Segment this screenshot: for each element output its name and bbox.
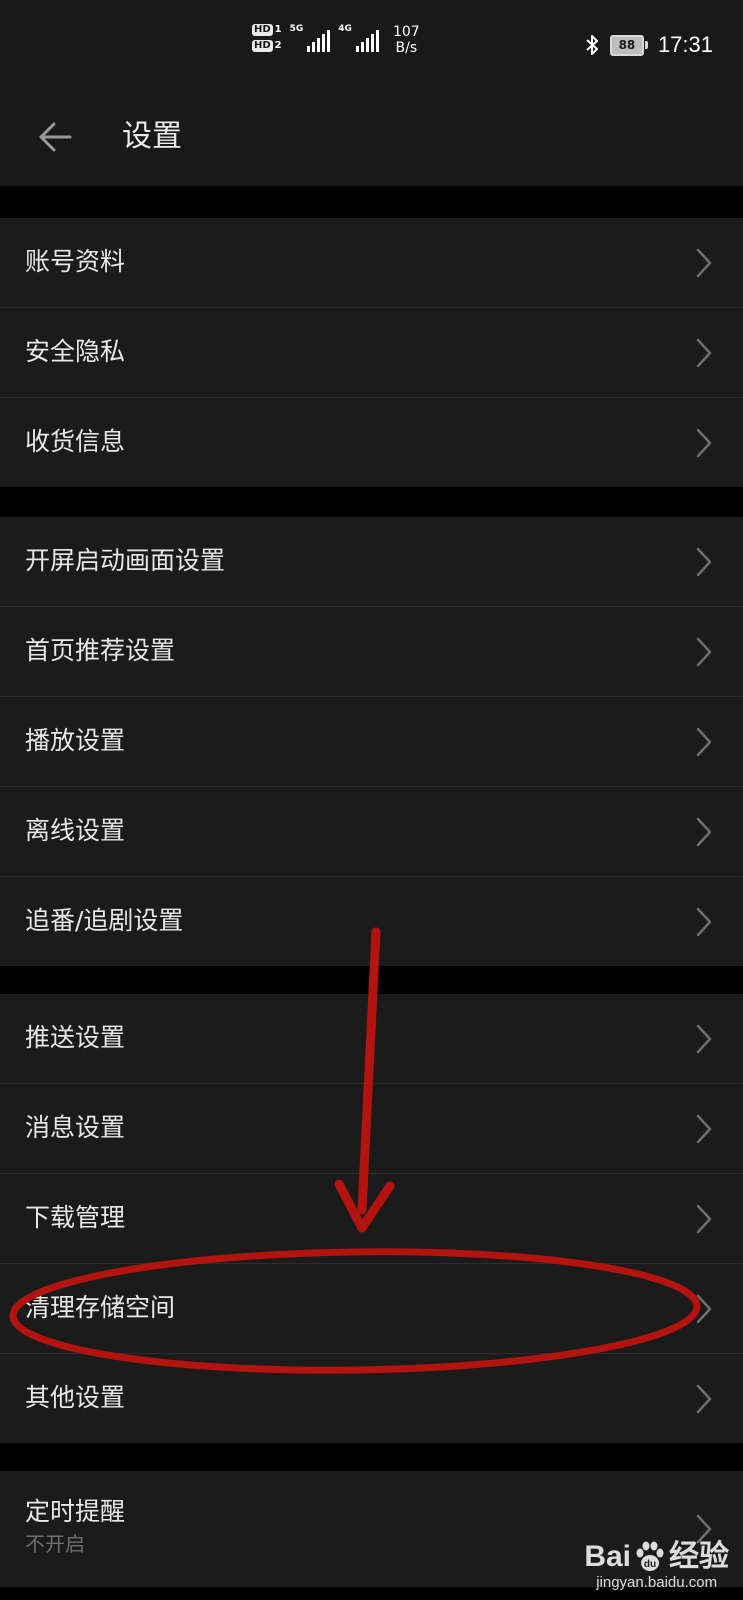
chevron-right-icon	[696, 1384, 712, 1414]
chevron-right-icon	[696, 1294, 712, 1324]
settings-item-label: 播放设置	[25, 726, 126, 755]
watermark-logo: Bai du 经验	[584, 1540, 729, 1574]
watermark-brand-right: 经验	[669, 1540, 729, 1573]
chevron-right-icon	[696, 1024, 712, 1054]
svg-text:du: du	[644, 1559, 656, 1570]
settings-item-security-privacy[interactable]: 安全隐私	[0, 308, 743, 398]
hd2-badge: HD 2	[252, 40, 282, 52]
settings-item-label: 安全隐私	[25, 337, 126, 366]
settings-item-label: 推送设置	[25, 1023, 126, 1052]
settings-item-label: 下载管理	[25, 1203, 126, 1232]
chevron-right-icon	[696, 428, 712, 458]
speed-value: 107	[392, 24, 420, 40]
arrow-left-icon	[39, 122, 72, 152]
hd1-label: HD	[252, 24, 273, 36]
settings-item-label: 首页推荐设置	[25, 636, 176, 665]
settings-item-label: 账号资料	[25, 247, 126, 276]
settings-item-shipping-info[interactable]: 收货信息	[0, 398, 743, 487]
settings-item-label: 收货信息	[25, 427, 126, 456]
status-right: 88 17:31	[584, 30, 713, 60]
speed-unit: B/s	[395, 40, 418, 56]
settings-item-clear-storage[interactable]: 清理存储空间	[0, 1264, 743, 1354]
app-header: 设置	[0, 90, 743, 186]
settings-item-label: 消息设置	[25, 1113, 126, 1142]
settings-item-offline[interactable]: 离线设置	[0, 787, 743, 877]
hd-indicators: HD 1 HD 2	[252, 24, 282, 52]
settings-item-other[interactable]: 其他设置	[0, 1354, 743, 1443]
battery-icon: 88	[609, 34, 648, 56]
settings-item-label: 清理存储空间	[25, 1293, 176, 1322]
clock: 17:31	[657, 32, 713, 57]
settings-group-account: 账号资料 安全隐私 收货信息	[0, 218, 743, 487]
back-button[interactable]	[30, 112, 80, 162]
settings-item-splash-screen[interactable]: 开屏启动画面设置	[0, 517, 743, 607]
settings-item-push[interactable]: 推送设置	[0, 994, 743, 1084]
chevron-right-icon	[696, 1204, 712, 1234]
battery-level: 88	[609, 34, 644, 56]
network-speed: 107 B/s	[393, 24, 420, 56]
watermark-brand-left: Bai	[584, 1540, 631, 1573]
settings-item-downloads[interactable]: 下载管理	[0, 1174, 743, 1264]
page-title: 设置	[122, 119, 182, 154]
baidu-paw-icon: du	[636, 1541, 664, 1571]
settings-group-playback: 开屏启动画面设置 首页推荐设置 播放设置 离线设置 追番/追剧设置	[0, 517, 743, 966]
chevron-right-icon	[696, 637, 712, 667]
signal-5g-icon: 5G	[290, 24, 331, 52]
network-indicators: HD 1 HD 2 5G 4G 107 B/s	[252, 24, 420, 64]
net2-label: 4G	[338, 24, 352, 34]
chevron-right-icon	[696, 1114, 712, 1144]
chevron-right-icon	[696, 248, 712, 278]
settings-group-notifications: 推送设置 消息设置 下载管理 清理存储空间 其他设置	[0, 994, 743, 1443]
hd1-badge: HD 1	[252, 24, 282, 36]
settings-item-playback[interactable]: 播放设置	[0, 697, 743, 787]
settings-item-home-recommend[interactable]: 首页推荐设置	[0, 607, 743, 697]
settings-item-label: 定时提醒	[25, 1497, 126, 1526]
settings-item-label: 追番/追剧设置	[25, 906, 184, 935]
settings-item-account-profile[interactable]: 账号资料	[0, 218, 743, 308]
hd2-label: HD	[252, 40, 273, 52]
chevron-right-icon	[696, 547, 712, 577]
settings-item-label: 开屏启动画面设置	[25, 546, 226, 575]
settings-item-follow-series[interactable]: 追番/追剧设置	[0, 877, 743, 966]
hd2-sub: 2	[274, 40, 282, 51]
chevron-right-icon	[696, 817, 712, 847]
signal-4g-icon: 4G	[338, 24, 379, 52]
hd1-sub: 1	[274, 24, 282, 35]
status-bar: HD 1 HD 2 5G 4G 107 B/s 88 17:31	[0, 0, 743, 90]
net1-label: 5G	[289, 24, 304, 34]
watermark-url: jingyan.baidu.com	[596, 1574, 718, 1591]
baidu-jingyan-watermark: Bai du 经验 jingyan.baidu.com	[584, 1540, 729, 1592]
bluetooth-icon	[586, 35, 598, 55]
settings-item-status: 不开启	[25, 1532, 85, 1556]
chevron-right-icon	[696, 727, 712, 757]
chevron-right-icon	[696, 338, 712, 368]
chevron-right-icon	[696, 907, 712, 937]
settings-item-label: 离线设置	[25, 816, 126, 845]
settings-item-messages[interactable]: 消息设置	[0, 1084, 743, 1174]
settings-item-label: 其他设置	[25, 1383, 126, 1412]
